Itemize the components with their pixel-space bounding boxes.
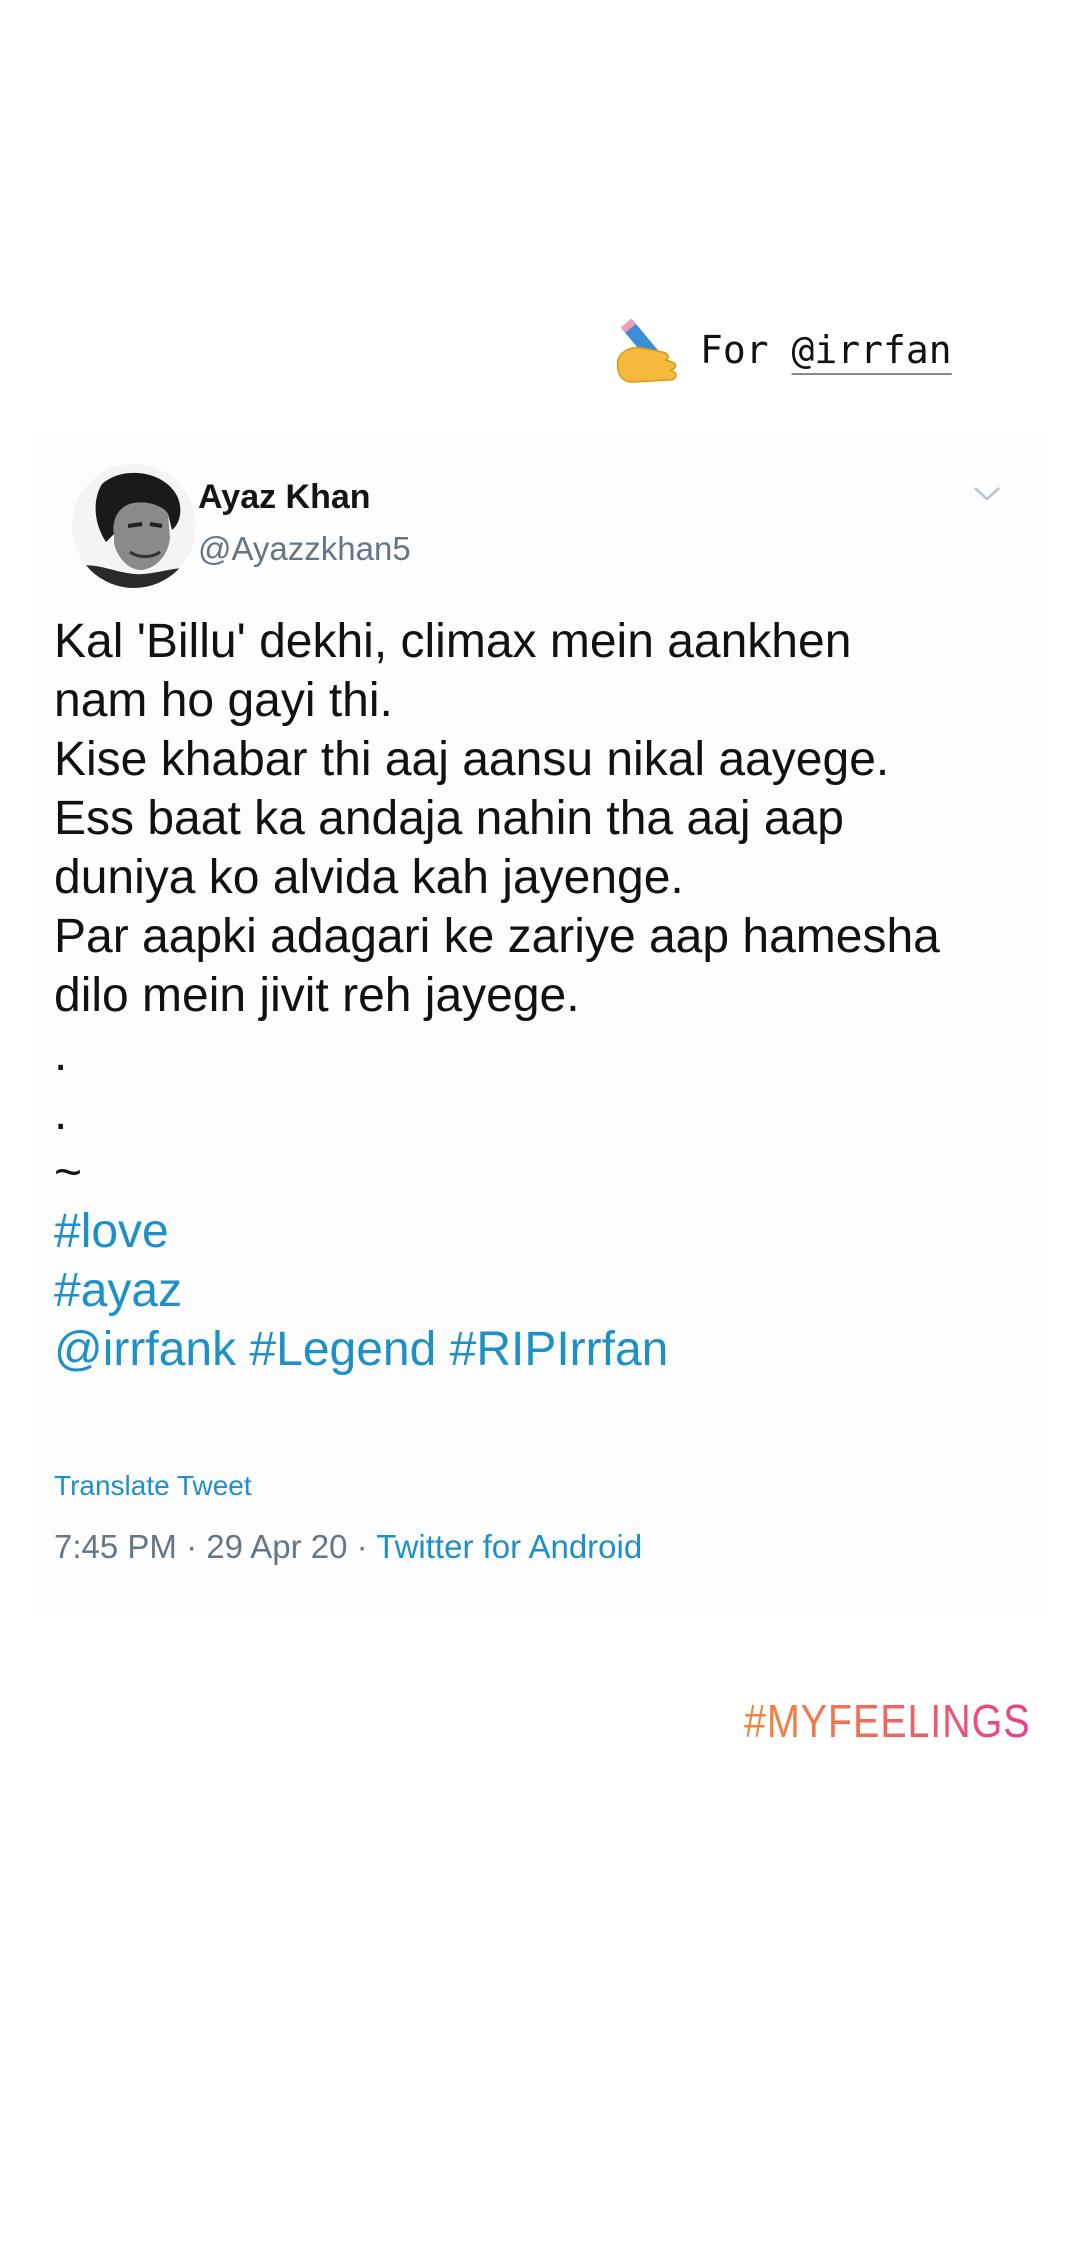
tweet-text-line: Ess baat ka andaja nahin tha aaj aap bbox=[54, 792, 844, 845]
tweet-text-line: Kise khabar thi aaj aansu nikal aayege. bbox=[54, 733, 890, 786]
mentions-hashtags-line[interactable]: @irrfank #Legend #RIPIrrfan bbox=[54, 1320, 1034, 1379]
translate-tweet-link[interactable]: Translate Tweet bbox=[54, 1470, 252, 1502]
writing-hand-icon bbox=[616, 318, 677, 383]
tweet-text-line: Kal 'Billu' dekhi, climax mein aankhen bbox=[54, 615, 852, 668]
tweet-text-line: dilo mein jivit reh jayege. bbox=[54, 969, 580, 1022]
story-caption: For @irrfan bbox=[612, 312, 952, 388]
author-name[interactable]: Ayaz Khan bbox=[198, 478, 371, 517]
tweet-spacer-line: . bbox=[54, 1028, 68, 1081]
caption-prefix: For bbox=[700, 328, 792, 372]
hashtag-love-link[interactable]: #love bbox=[54, 1202, 1034, 1261]
hashtag-sticker[interactable]: #MYFEELINGS bbox=[744, 1694, 1030, 1748]
tweet-text-line: nam ho gayi thi. bbox=[54, 674, 393, 727]
tweet-card: Ayaz Khan @Ayazzkhan5 Kal 'Billu' dekhi,… bbox=[34, 434, 1046, 1612]
caption-mention-link[interactable]: @irrfan bbox=[792, 328, 952, 372]
tweet-date: 29 Apr 20 bbox=[206, 1528, 348, 1565]
avatar[interactable] bbox=[72, 464, 196, 588]
tweet-spacer-line: ~ bbox=[54, 1146, 83, 1199]
tweet-text-line: Par aapki adagari ke zariye aap hamesha bbox=[54, 910, 940, 963]
meta-separator: · bbox=[176, 1528, 207, 1565]
hashtag-ayaz-link[interactable]: #ayaz bbox=[54, 1261, 1034, 1320]
tweet-source-link[interactable]: Twitter for Android bbox=[376, 1528, 642, 1565]
meta-separator: · bbox=[347, 1528, 377, 1565]
tweet-spacer-line: . bbox=[54, 1087, 68, 1140]
tweet-text-line: duniya ko alvida kah jayenge. bbox=[54, 851, 684, 904]
author-handle[interactable]: @Ayazzkhan5 bbox=[198, 530, 411, 568]
tweet-meta: 7:45 PM · 29 Apr 20 · Twitter for Androi… bbox=[54, 1528, 642, 1566]
chevron-down-icon[interactable] bbox=[972, 484, 1002, 504]
avatar-image bbox=[72, 464, 196, 588]
tweet-text: Kal 'Billu' dekhi, climax mein aankhen n… bbox=[54, 612, 1034, 1379]
tweet-time: 7:45 PM bbox=[54, 1528, 177, 1565]
